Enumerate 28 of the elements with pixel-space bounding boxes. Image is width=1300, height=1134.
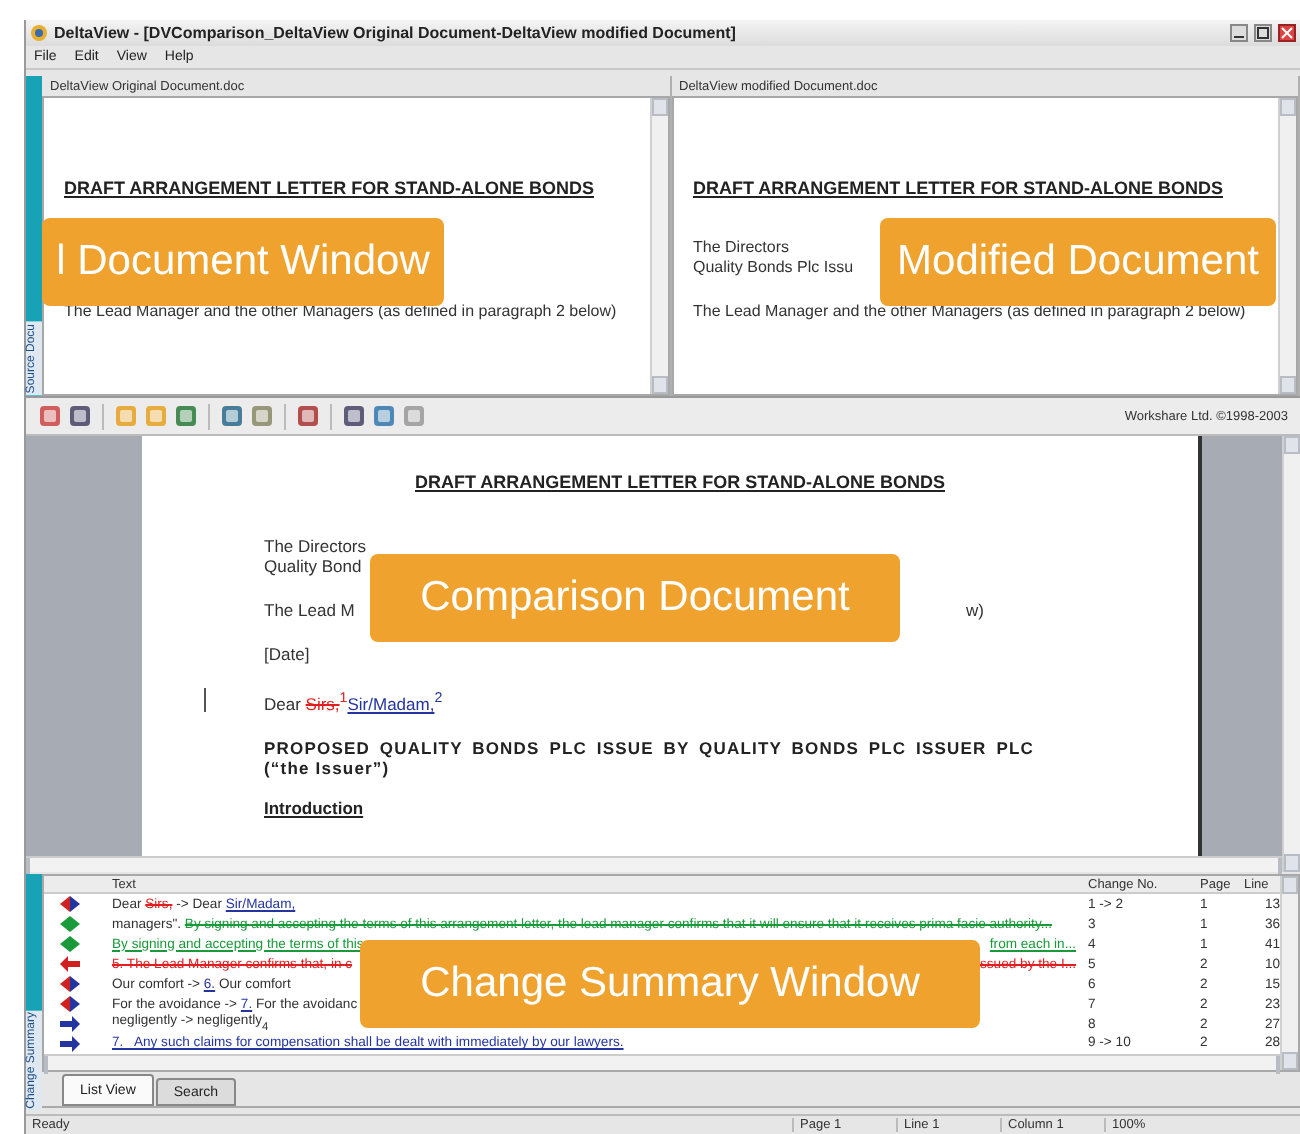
close-icon[interactable] (1278, 24, 1296, 42)
horizontal-scrollbar[interactable] (26, 856, 1282, 872)
heading: PROPOSED QUALITY BONDS PLC ISSUE BY QUALITY BONDS PLC ISSUER PLC (“the Issuer”) (264, 737, 1034, 778)
paragraph: The Lead M (264, 600, 355, 620)
callout-label: Comparison Document (370, 554, 900, 642)
app-logo-icon (30, 24, 48, 42)
vertical-scrollbar[interactable] (1278, 98, 1296, 394)
vertical-scrollbar[interactable] (1282, 436, 1300, 872)
callout-label: l Document Window (42, 218, 444, 306)
address-line: Quality Bonds Plc Issu (693, 258, 854, 278)
horizontal-scrollbar[interactable] (44, 1053, 1280, 1070)
address-line: The Directors (693, 238, 790, 258)
paragraph: w) (966, 600, 984, 620)
address-line: The Directors (264, 536, 369, 556)
section-heading: Introduction (264, 797, 364, 818)
callout-label: Modified Document (880, 218, 1276, 306)
document-title: DRAFT ARRANGEMENT LETTER FOR STAND-ALONE BONDS (64, 178, 596, 198)
address-line: Quality Bond (264, 556, 364, 576)
document-title: DRAFT ARRANGEMENT LETTER FOR STAND-ALONE BONDS (415, 472, 945, 492)
date-field: [Date] (264, 644, 310, 664)
vertical-scrollbar[interactable] (1280, 876, 1298, 1070)
callout-label: Change Summary Window (360, 940, 980, 1028)
maximize-icon[interactable] (1254, 24, 1272, 42)
minimize-icon[interactable] (1230, 24, 1248, 42)
salutation: Dear Sirs,$^{1}$Sir/Madam,$^{2}$ (264, 688, 443, 714)
vertical-scrollbar[interactable] (649, 98, 667, 394)
window-title: DeltaView - [DVComparison_DeltaView Original Document-DeltaView modified Document] (54, 24, 738, 42)
document-title: DRAFT ARRANGEMENT LETTER FOR STAND-ALONE BONDS (693, 178, 1225, 198)
